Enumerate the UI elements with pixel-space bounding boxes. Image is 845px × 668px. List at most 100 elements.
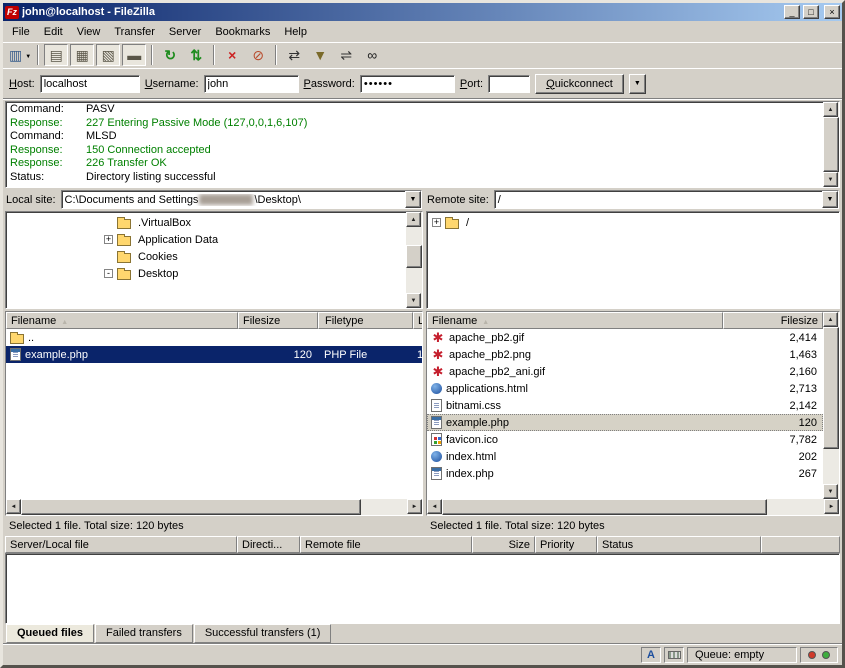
column-header-filename[interactable]: Filename bbox=[6, 312, 238, 329]
remote-file-row[interactable]: applications.html 2,713 bbox=[427, 380, 823, 397]
remote-file-row[interactable]: apache_pb2.png 1,463 bbox=[427, 346, 823, 363]
local-tree-icon: ▦ bbox=[76, 48, 89, 62]
column-header-server-local-file[interactable]: Server/Local file bbox=[5, 536, 237, 553]
log-line-type: Command: bbox=[10, 103, 86, 117]
remote-list-horizontal-scrollbar[interactable] bbox=[427, 499, 839, 515]
tab-queued-files[interactable]: Queued files bbox=[6, 624, 94, 643]
tab-successful-transfers[interactable]: Successful transfers (1) bbox=[194, 624, 332, 643]
remote-list-rows: apache_pb2.gif 2,414 apache_pb2.png 1,46… bbox=[427, 329, 823, 499]
disconnect-button[interactable]: ⊘ bbox=[246, 44, 270, 66]
menu-transfer[interactable]: Transfer bbox=[107, 23, 162, 41]
tree-item[interactable]: - Desktop bbox=[6, 265, 406, 282]
column-header-priority[interactable]: Priority bbox=[535, 536, 597, 553]
scrollbar-thumb[interactable] bbox=[823, 327, 839, 449]
menu-file[interactable]: File bbox=[5, 23, 37, 41]
queue-status-text: Queue: empty bbox=[695, 649, 764, 661]
tree-item[interactable]: .VirtualBox bbox=[6, 214, 406, 231]
log-line-message: Directory listing successful bbox=[86, 171, 216, 185]
host-input[interactable] bbox=[40, 75, 140, 93]
expander-icon[interactable]: + bbox=[104, 235, 113, 244]
local-file-row-selected[interactable]: example.php 120 PHP File 1 bbox=[6, 346, 422, 363]
log-vertical-scrollbar[interactable] bbox=[823, 102, 839, 187]
remote-site-combo[interactable]: / bbox=[494, 190, 839, 209]
column-header-direction[interactable]: Directi... bbox=[237, 536, 300, 553]
column-header-remote-file[interactable]: Remote file bbox=[300, 536, 472, 553]
password-input[interactable] bbox=[360, 75, 455, 93]
toggle-queue-button[interactable]: ▬ bbox=[122, 44, 146, 66]
minimize-button[interactable]: _ bbox=[784, 5, 800, 19]
find-files-button[interactable]: ∞ bbox=[360, 44, 384, 66]
filter-button[interactable]: ▼ bbox=[308, 44, 332, 66]
scroll-right-button[interactable] bbox=[824, 499, 839, 514]
remote-file-row[interactable]: apache_pb2_ani.gif 2,160 bbox=[427, 363, 823, 380]
directory-compare-button[interactable]: ⇄ bbox=[282, 44, 306, 66]
scroll-up-button[interactable] bbox=[823, 102, 838, 117]
port-input[interactable] bbox=[488, 75, 530, 93]
expander-icon[interactable]: - bbox=[104, 269, 113, 278]
tree-item[interactable]: Cookies bbox=[6, 248, 406, 265]
expander-icon[interactable]: + bbox=[432, 218, 441, 227]
scroll-left-button[interactable] bbox=[427, 499, 442, 514]
cancel-button[interactable]: × bbox=[220, 44, 244, 66]
toggle-remote-tree-button[interactable]: ▧ bbox=[96, 44, 120, 66]
menu-server[interactable]: Server bbox=[162, 23, 208, 41]
scroll-right-button[interactable] bbox=[407, 499, 422, 514]
menu-bookmarks[interactable]: Bookmarks bbox=[208, 23, 277, 41]
close-button[interactable]: × bbox=[824, 5, 840, 19]
tree-item[interactable]: + / bbox=[427, 214, 839, 231]
quickconnect-dropdown-button[interactable] bbox=[629, 74, 646, 94]
remote-file-row[interactable]: index.html 202 bbox=[427, 448, 823, 465]
column-header-last-modified[interactable]: Last modified bbox=[413, 312, 422, 329]
file-name: applications.html bbox=[446, 383, 528, 395]
dropdown-arrow-icon[interactable] bbox=[405, 191, 421, 208]
scroll-up-button[interactable] bbox=[823, 312, 838, 327]
site-manager-button[interactable]: ▥ bbox=[8, 44, 32, 66]
sync-browse-button[interactable]: ⇌ bbox=[334, 44, 358, 66]
menu-help[interactable]: Help bbox=[277, 23, 314, 41]
scroll-left-button[interactable] bbox=[6, 499, 21, 514]
dropdown-arrow-icon[interactable] bbox=[822, 191, 838, 208]
quickconnect-button[interactable]: Quickconnect bbox=[535, 74, 624, 94]
column-header-status[interactable]: Status bbox=[597, 536, 761, 553]
menu-edit[interactable]: Edit bbox=[37, 23, 70, 41]
scroll-up-button[interactable] bbox=[406, 212, 421, 227]
maximize-button[interactable]: □ bbox=[803, 5, 819, 19]
process-queue-button[interactable]: ⇅ bbox=[184, 44, 208, 66]
remote-file-row-selected[interactable]: example.php 120 bbox=[427, 414, 823, 431]
remote-file-row[interactable]: favicon.ico 7,782 bbox=[427, 431, 823, 448]
tab-failed-transfers[interactable]: Failed transfers bbox=[95, 624, 193, 643]
scroll-down-button[interactable] bbox=[406, 293, 421, 308]
speed-limit-indicator-icon[interactable] bbox=[664, 647, 684, 663]
remote-file-row[interactable]: bitnami.css 2,142 bbox=[427, 397, 823, 414]
scrollbar-thumb[interactable] bbox=[21, 499, 361, 515]
scroll-down-button[interactable] bbox=[823, 484, 838, 499]
column-header-filesize[interactable]: Filesize bbox=[723, 312, 823, 329]
remote-file-row[interactable]: index.php 267 bbox=[427, 465, 823, 482]
local-list-horizontal-scrollbar[interactable] bbox=[6, 499, 422, 515]
local-tree-scrollbar[interactable] bbox=[406, 212, 422, 308]
column-header-filename[interactable]: Filename bbox=[427, 312, 723, 329]
transfer-type-indicator-icon[interactable]: A bbox=[641, 647, 661, 663]
scrollbar-thumb[interactable] bbox=[442, 499, 767, 515]
tree-item[interactable]: + Application Data bbox=[6, 231, 406, 248]
titlebar[interactable]: Fz john@localhost - FileZilla _ □ × bbox=[3, 3, 842, 21]
remote-list-vertical-scrollbar[interactable] bbox=[823, 312, 839, 499]
menubar: File Edit View Transfer Server Bookmarks… bbox=[3, 21, 842, 42]
site-manager-icon: ▥ bbox=[9, 48, 22, 62]
scrollbar-thumb[interactable] bbox=[823, 117, 839, 172]
column-header-filesize[interactable]: Filesize bbox=[238, 312, 318, 329]
column-header-size[interactable]: Size bbox=[472, 536, 535, 553]
toggle-local-tree-button[interactable]: ▦ bbox=[70, 44, 94, 66]
local-file-row[interactable]: .. bbox=[6, 329, 422, 346]
tree-item-label: Desktop bbox=[135, 268, 181, 280]
local-site-combo[interactable]: C:\Documents and Settings \Desktop\ bbox=[61, 190, 422, 209]
file-type: PHP File bbox=[318, 346, 413, 363]
remote-file-row[interactable]: apache_pb2.gif 2,414 bbox=[427, 329, 823, 346]
scroll-down-button[interactable] bbox=[823, 172, 838, 187]
refresh-button[interactable]: ↻ bbox=[158, 44, 182, 66]
toggle-log-button[interactable]: ▤ bbox=[44, 44, 68, 66]
scrollbar-thumb[interactable] bbox=[406, 245, 422, 267]
column-header-filetype[interactable]: Filetype bbox=[318, 312, 413, 329]
menu-view[interactable]: View bbox=[70, 23, 108, 41]
username-input[interactable] bbox=[204, 75, 299, 93]
